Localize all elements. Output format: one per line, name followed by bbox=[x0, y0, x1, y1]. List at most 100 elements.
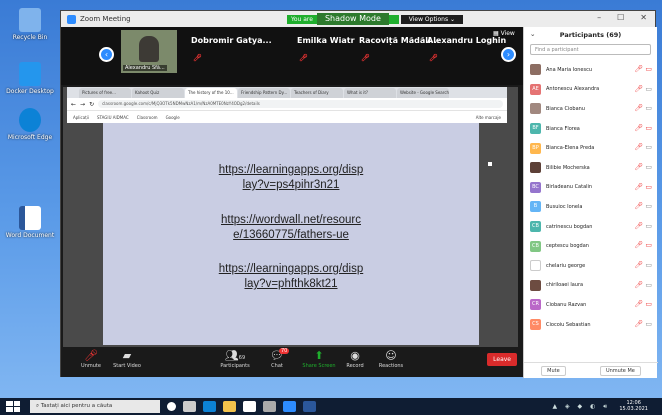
avatar bbox=[530, 260, 541, 272]
desktop-icon-docker[interactable]: Docker Desktop bbox=[4, 62, 56, 95]
record-button[interactable]: ◉ Record bbox=[335, 349, 375, 369]
participant-row[interactable]: Ana Maria Ionescu 🎤︎ ▭ bbox=[524, 60, 658, 80]
participant-name: catrinescu bogdan bbox=[546, 223, 593, 230]
browser-tab[interactable]: Teachers of Diary bbox=[291, 88, 343, 98]
browser-tab[interactable]: What is it? bbox=[344, 88, 396, 98]
participant-name: Bianca Ciobanu bbox=[546, 105, 585, 112]
bookmarks-bar: Aplicații STAGIU AIDMAC Classroom Google… bbox=[67, 110, 507, 123]
slide-link-3[interactable]: https://learningapps.org/disp lay?v=phft… bbox=[103, 262, 479, 292]
windows-start-icon[interactable] bbox=[6, 401, 20, 412]
muted-mic-icon: 🎤︎ bbox=[634, 202, 644, 211]
url-input[interactable]: classroom.google.com/c/MjQ3OTk5NDMwNzA1/… bbox=[98, 100, 503, 108]
participant-status-icons: 🎤︎ ▭ bbox=[634, 222, 652, 230]
participant-row[interactable]: BC Birladeanu Catalin 🎤︎ ▭ bbox=[524, 178, 658, 198]
back-icon[interactable]: ← bbox=[71, 101, 76, 108]
participant-row[interactable]: CS Ciocoiu Sebastian 🎤︎ ▭ bbox=[524, 315, 658, 335]
forward-icon[interactable]: → bbox=[80, 101, 85, 108]
participant-row[interactable]: Bilibie Mocherska 🎤︎ ▭ bbox=[524, 158, 658, 178]
share-screen-icon: ⬆ bbox=[314, 349, 324, 362]
gallery-next-button[interactable]: › bbox=[501, 47, 516, 62]
zoom-window: Zoom Meeting You are Shadow Mode View Op… bbox=[60, 10, 658, 378]
active-speaker-tile[interactable]: Alexandru Sfă... bbox=[121, 30, 177, 73]
system-tray[interactable]: ▲ ◈ ◆ ◐ 🔊︎ bbox=[553, 403, 611, 411]
participants-button[interactable]: 👥︎69 Participants bbox=[215, 349, 255, 369]
participant-row[interactable]: BP Bianca-Elena Preda 🎤︎ ▭ bbox=[524, 138, 658, 158]
mail-icon[interactable] bbox=[263, 401, 276, 412]
file-explorer-icon[interactable] bbox=[223, 401, 236, 412]
edge-taskbar-icon[interactable] bbox=[203, 401, 216, 412]
video-off-icon: ▭ bbox=[643, 221, 652, 230]
participant-row[interactable]: Bianca Ciobanu 🎤︎ ▭ bbox=[524, 99, 658, 119]
edge-icon bbox=[19, 108, 41, 132]
cortana-icon[interactable] bbox=[167, 402, 176, 411]
video-off-icon: ▰ bbox=[122, 349, 132, 362]
word-taskbar-icon[interactable] bbox=[303, 401, 316, 412]
title-bar: Zoom Meeting You are Shadow Mode View Op… bbox=[61, 11, 655, 27]
participant-search-input[interactable]: Find a participant bbox=[530, 44, 651, 55]
chevron-down-icon[interactable]: ⌄ bbox=[530, 30, 535, 38]
browser-tab[interactable]: Friendship Pattern Dy... bbox=[238, 88, 290, 98]
tile-name: Alexandru Loghin bbox=[427, 36, 507, 45]
view-options-button[interactable]: View Options ⌄ bbox=[400, 14, 464, 24]
leave-button[interactable]: Leave bbox=[487, 353, 517, 366]
participant-row[interactable]: AE Antonescu Alexandra 🎤︎ ▭ bbox=[524, 80, 658, 100]
slide-link-line: lay?v=ps4pihr3n21 bbox=[242, 179, 340, 191]
bookmark[interactable]: STAGIU AIDMAC bbox=[97, 115, 129, 120]
gallery-strip: ‹ Alexandru Sfă... Dobromir Gatya... 🎤︎ … bbox=[61, 27, 523, 85]
participant-row[interactable]: CB catrinescu bogdan 🎤︎ ▭ bbox=[524, 217, 658, 237]
start-video-button[interactable]: ▰ Start Video bbox=[107, 349, 147, 369]
person-silhouette bbox=[139, 36, 159, 62]
minimize-icon[interactable]: – bbox=[597, 13, 601, 22]
mute-all-button[interactable]: Mute bbox=[541, 365, 566, 376]
reactions-button[interactable]: ☺ Reactions bbox=[371, 349, 411, 369]
unmute-label: Unmute bbox=[81, 363, 101, 369]
muted-mic-icon: 🎤︎ bbox=[84, 349, 98, 362]
maximize-icon[interactable]: ☐ bbox=[617, 13, 624, 22]
gallery-prev-button[interactable]: ‹ bbox=[99, 47, 114, 62]
bookmark[interactable]: Alte marcaje bbox=[476, 115, 501, 120]
participant-name: chelariu george bbox=[546, 262, 586, 269]
unmute-button[interactable]: 🎤︎ Unmute bbox=[71, 349, 111, 369]
participant-row[interactable]: chelariu george 🎤︎ ▭ bbox=[524, 256, 658, 276]
bookmark[interactable]: Aplicații bbox=[73, 115, 89, 120]
participants-panel-footer: Mute Unmute Me bbox=[524, 362, 658, 378]
participant-row[interactable]: CR Ciobanu Razvan 🎤︎ ▭ bbox=[524, 295, 658, 315]
view-button[interactable]: ▦ View bbox=[493, 30, 515, 37]
desktop-icon-edge[interactable]: Microsoft Edge bbox=[4, 108, 56, 141]
participant-row[interactable]: B Busuioc Ionela 🎤︎ ▭ bbox=[524, 197, 658, 217]
browser-tab[interactable]: The history of the 10... bbox=[185, 88, 237, 98]
bookmark[interactable]: Google bbox=[166, 115, 180, 120]
slide-link-2[interactable]: https://wordwall.net/resourc e/13660775/… bbox=[103, 213, 479, 243]
chat-button[interactable]: 💬︎ 70 Chat bbox=[257, 348, 297, 369]
zoom-taskbar-icon[interactable] bbox=[283, 401, 296, 412]
participant-row[interactable]: chiriloaei laura 🎤︎ ▭ bbox=[524, 276, 658, 296]
task-view-icon[interactable] bbox=[183, 401, 196, 412]
participant-status-icons: 🎤︎ ▭ bbox=[634, 183, 652, 191]
video-off-icon: ▭ bbox=[643, 104, 652, 113]
reload-icon[interactable]: ↻ bbox=[89, 101, 94, 108]
browser-tab[interactable]: Kahoot Quiz bbox=[132, 88, 184, 98]
taskbar-clock[interactable]: 12:06 15.03.2021 bbox=[619, 400, 648, 412]
participant-row[interactable]: BF Bianca Florea 🎤︎ ▭ bbox=[524, 119, 658, 139]
participant-status-icons: 🎤︎ ▭ bbox=[634, 104, 652, 112]
video-off-icon: ▭ bbox=[643, 319, 652, 328]
slide-link-1[interactable]: https://learningapps.org/disp lay?v=ps4p… bbox=[103, 163, 479, 193]
participant-name: Ciocoiu Sebastian bbox=[546, 321, 591, 328]
store-icon[interactable] bbox=[243, 401, 256, 412]
unmute-me-button[interactable]: Unmute Me bbox=[599, 365, 641, 376]
video-off-icon: ▭ bbox=[643, 143, 652, 152]
browser-tab[interactable]: Pictures of free... bbox=[79, 88, 131, 98]
avatar: BP bbox=[530, 142, 541, 154]
taskbar-search-input[interactable]: ⌕ Tastați aici pentru a căuta bbox=[30, 400, 160, 413]
bookmark[interactable]: Classroom bbox=[137, 115, 158, 120]
share-screen-button[interactable]: ⬆ Share Screen bbox=[299, 349, 339, 369]
start-video-label: Start Video bbox=[113, 363, 141, 369]
participants-panel: ⌄ Participants (69) Find a participant A… bbox=[523, 27, 658, 378]
desktop-icon-word[interactable]: Word Document bbox=[4, 206, 56, 239]
desktop-icon-recycle-bin[interactable]: Recycle Bin bbox=[4, 8, 56, 41]
participant-row[interactable]: CB ceptescu bogdan 🎤︎ ▭ bbox=[524, 236, 658, 256]
avatar: CR bbox=[530, 299, 541, 311]
browser-tab[interactable]: Website - Google Search bbox=[397, 88, 449, 98]
participant-name: ceptescu bogdan bbox=[546, 243, 589, 250]
close-icon[interactable]: ✕ bbox=[640, 13, 647, 22]
